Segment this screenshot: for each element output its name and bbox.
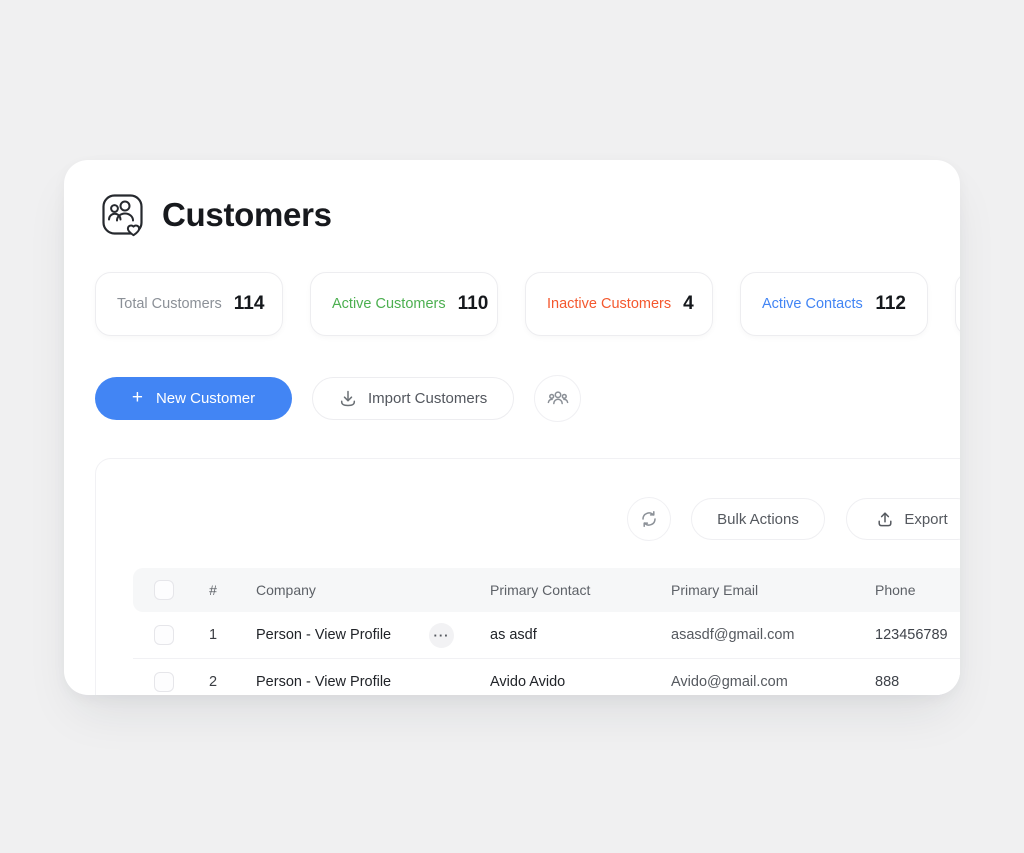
download-icon	[339, 389, 357, 407]
row-index: 2	[191, 674, 235, 690]
contacts-group-button[interactable]	[534, 375, 581, 422]
phone-cell: 888	[854, 674, 960, 690]
primary-email-cell: Avido@gmail.com	[650, 674, 854, 690]
stat-card-active-customers[interactable]: Active Customers 110	[310, 272, 498, 336]
upload-icon	[876, 510, 894, 528]
page-title: Customers	[162, 196, 332, 234]
stat-value: 112	[875, 293, 906, 315]
stat-card-inactive-customers[interactable]: Inactive Customers 4	[525, 272, 713, 336]
group-icon	[546, 386, 570, 410]
stat-value: 110	[458, 293, 489, 315]
header-index: #	[191, 582, 235, 598]
header-phone: Phone	[854, 582, 960, 598]
primary-contact-cell: Avido Avido	[469, 674, 650, 690]
stat-value: 114	[234, 293, 265, 315]
customers-table-panel: Bulk Actions Export	[95, 458, 960, 695]
primary-contact-cell: as asdf	[469, 627, 650, 643]
export-label: Export	[904, 511, 947, 528]
row-checkbox[interactable]	[154, 625, 174, 645]
row-checkbox[interactable]	[154, 672, 174, 692]
row-menu-button[interactable]: ···	[429, 623, 454, 648]
stat-card-active-contacts[interactable]: Active Contacts 112	[740, 272, 928, 336]
table-row[interactable]: 2 Person - View Profile Avido Avido Avid…	[133, 658, 960, 695]
refresh-button[interactable]	[627, 497, 671, 541]
company-cell: Person - View Profile ···	[235, 623, 469, 648]
page-header: Customers	[100, 192, 332, 238]
header-primary-email: Primary Email	[650, 582, 854, 598]
stat-label: Total Customers	[117, 296, 222, 312]
company-link[interactable]: Person - View Profile	[256, 674, 391, 690]
new-customer-button[interactable]: + New Customer	[95, 377, 292, 420]
table-row[interactable]: 1 Person - View Profile ··· as asdf asas…	[133, 612, 960, 658]
company-link[interactable]: Person - View Profile	[256, 627, 391, 643]
row-index: 1	[191, 627, 235, 643]
customers-card: Customers Total Customers 114 Active Cus…	[64, 160, 960, 695]
select-all-checkbox[interactable]	[154, 580, 174, 600]
stat-card-partial	[955, 272, 960, 336]
new-customer-label: New Customer	[156, 390, 255, 407]
customers-icon	[100, 192, 146, 238]
import-customers-label: Import Customers	[368, 390, 487, 407]
plus-icon: +	[132, 388, 143, 407]
refresh-icon	[639, 509, 659, 529]
phone-cell: 123456789	[854, 627, 960, 643]
actions-row: + New Customer Import Customers	[95, 376, 581, 420]
export-button[interactable]: Export	[846, 498, 960, 540]
stat-card-total-customers[interactable]: Total Customers 114	[95, 272, 283, 336]
stat-label: Inactive Customers	[547, 296, 671, 312]
stat-label: Active Customers	[332, 296, 446, 312]
stat-value: 4	[683, 293, 694, 315]
bulk-actions-label: Bulk Actions	[717, 511, 799, 528]
header-company: Company	[235, 582, 469, 598]
import-customers-button[interactable]: Import Customers	[312, 377, 514, 420]
page: Customers Total Customers 114 Active Cus…	[0, 0, 1024, 853]
dots-icon: ···	[434, 629, 450, 642]
header-primary-contact: Primary Contact	[469, 582, 650, 598]
company-cell: Person - View Profile	[235, 674, 469, 690]
stats-row: Total Customers 114 Active Customers 110…	[95, 272, 960, 336]
primary-email-cell: asasdf@gmail.com	[650, 627, 854, 643]
stat-label: Active Contacts	[762, 296, 863, 312]
bulk-actions-button[interactable]: Bulk Actions	[691, 498, 825, 540]
table-header-row: # Company Primary Contact Primary Email …	[133, 568, 960, 612]
customers-table: # Company Primary Contact Primary Email …	[133, 568, 960, 695]
